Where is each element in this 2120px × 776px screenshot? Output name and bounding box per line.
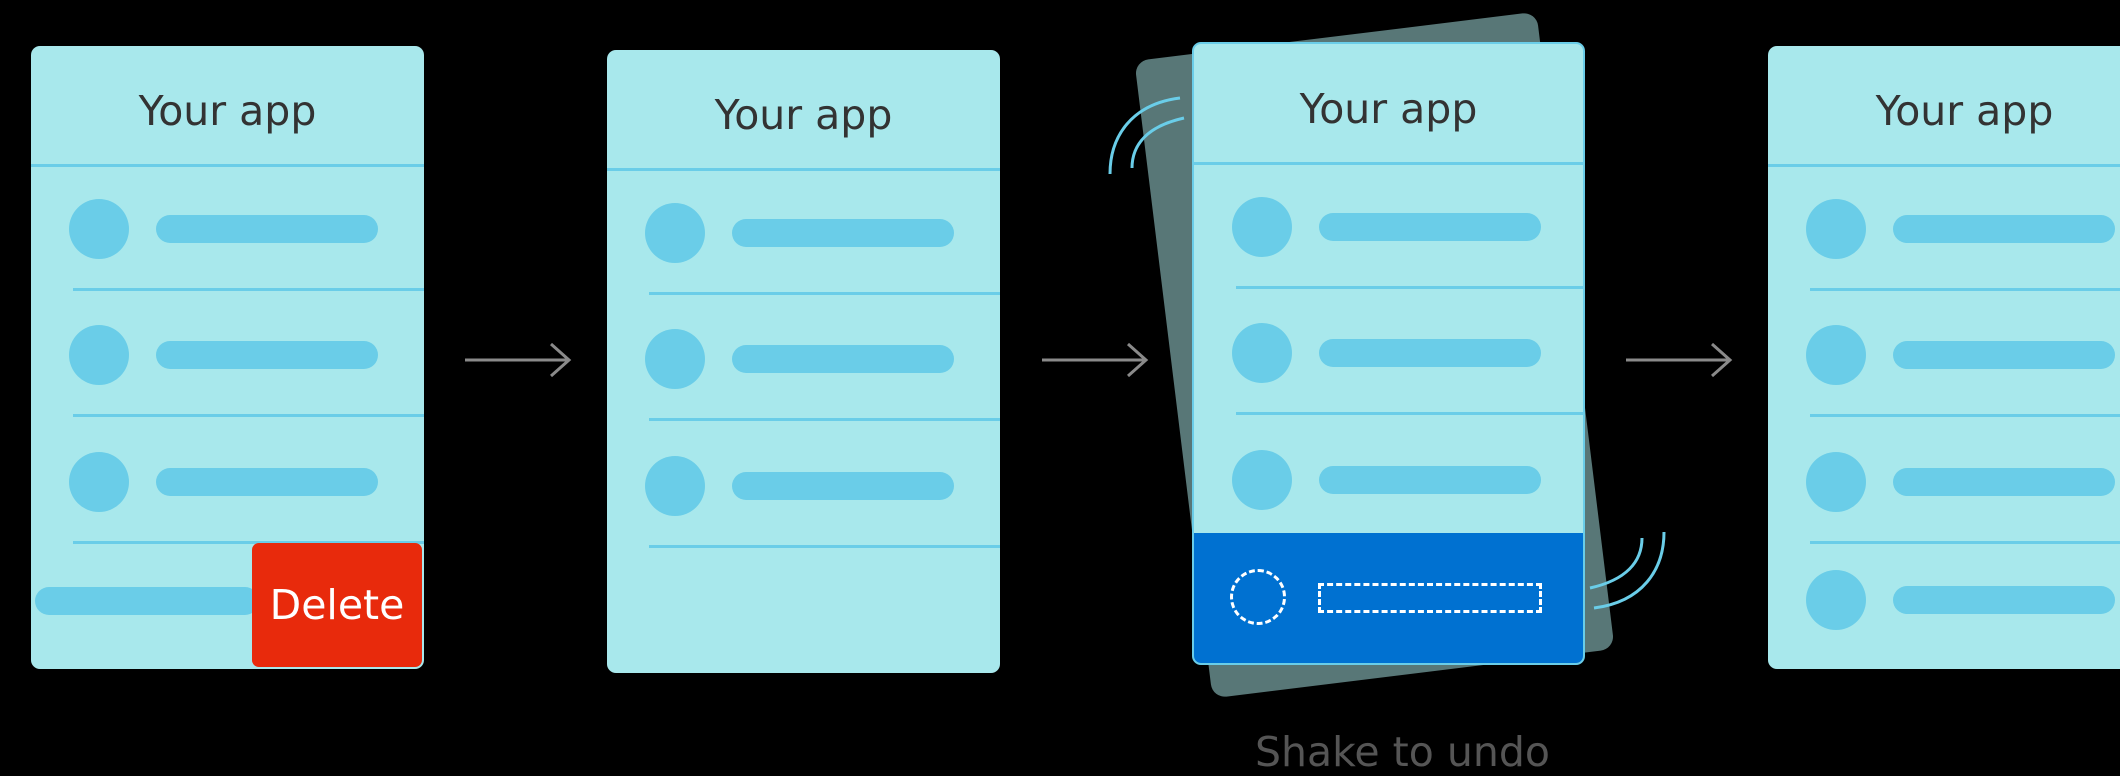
app-title: Your app	[714, 91, 893, 139]
restored-row-placeholder[interactable]	[1194, 533, 1583, 663]
arrow-right-icon	[465, 340, 575, 380]
avatar-placeholder	[1230, 569, 1286, 625]
list-item[interactable]	[607, 456, 1000, 583]
app-title: Your app	[1875, 87, 2054, 135]
row-divider	[73, 288, 424, 291]
app-screen-delete: Your app Delete	[31, 46, 424, 669]
text-placeholder	[156, 215, 378, 243]
avatar	[645, 456, 705, 516]
text-placeholder	[1319, 466, 1541, 494]
avatar	[69, 325, 129, 385]
row-divider	[73, 414, 424, 417]
header-divider	[31, 164, 424, 167]
avatar	[1806, 325, 1866, 385]
text-placeholder	[732, 472, 954, 500]
row-divider	[1810, 414, 2120, 417]
row-divider	[1810, 288, 2120, 291]
avatar	[1806, 199, 1866, 259]
row-divider	[1236, 412, 1583, 415]
list-item[interactable]	[1768, 199, 2120, 326]
app-title: Your app	[1299, 85, 1478, 133]
undo-flow-diagram: Your app Delete Your app Your app Shake …	[0, 0, 2120, 776]
swiped-row-content[interactable]	[35, 587, 259, 615]
text-placeholder	[1319, 339, 1541, 367]
row-divider	[1236, 286, 1583, 289]
list-item[interactable]	[1768, 570, 2120, 669]
row-divider	[1810, 541, 2120, 544]
arrow-right-icon	[1626, 340, 1736, 380]
row-divider	[649, 418, 1000, 421]
app-screen-deleted: Your app	[607, 50, 1000, 673]
avatar	[1232, 197, 1292, 257]
caption-shake-to-undo: Shake to undo	[1255, 728, 1550, 776]
app-screen-undo: Your app	[1192, 42, 1585, 665]
text-placeholder	[732, 345, 954, 373]
text-placeholder	[1318, 583, 1542, 613]
avatar	[1232, 450, 1292, 510]
text-placeholder	[156, 341, 378, 369]
avatar	[69, 199, 129, 259]
row-divider	[649, 292, 1000, 295]
text-placeholder	[1319, 213, 1541, 241]
list-item[interactable]	[607, 329, 1000, 456]
avatar	[69, 452, 129, 512]
avatar	[1806, 452, 1866, 512]
delete-button[interactable]: Delete	[252, 543, 422, 667]
row-divider	[649, 545, 1000, 548]
header-divider	[607, 168, 1000, 171]
list-item[interactable]	[1194, 323, 1583, 450]
avatar	[645, 203, 705, 263]
header-divider	[1768, 164, 2120, 167]
text-placeholder	[156, 468, 378, 496]
text-placeholder	[1893, 341, 2115, 369]
shake-motion-icon	[1102, 88, 1192, 178]
shake-motion-icon	[1580, 528, 1670, 618]
text-placeholder	[1893, 215, 2115, 243]
text-placeholder	[1893, 586, 2115, 614]
list-item[interactable]	[1768, 325, 2120, 452]
avatar	[1232, 323, 1292, 383]
list-item[interactable]	[1194, 197, 1583, 324]
arrow-right-icon	[1042, 340, 1152, 380]
list-item[interactable]	[31, 325, 424, 452]
list-item[interactable]	[1768, 452, 2120, 579]
text-placeholder	[1893, 468, 2115, 496]
list-item[interactable]	[607, 203, 1000, 330]
header-divider	[1194, 162, 1583, 165]
app-title: Your app	[138, 87, 317, 135]
list-item[interactable]	[31, 199, 424, 326]
text-placeholder	[732, 219, 954, 247]
app-screen-restored: Your app	[1768, 46, 2120, 669]
avatar	[1806, 570, 1866, 630]
avatar	[645, 329, 705, 389]
